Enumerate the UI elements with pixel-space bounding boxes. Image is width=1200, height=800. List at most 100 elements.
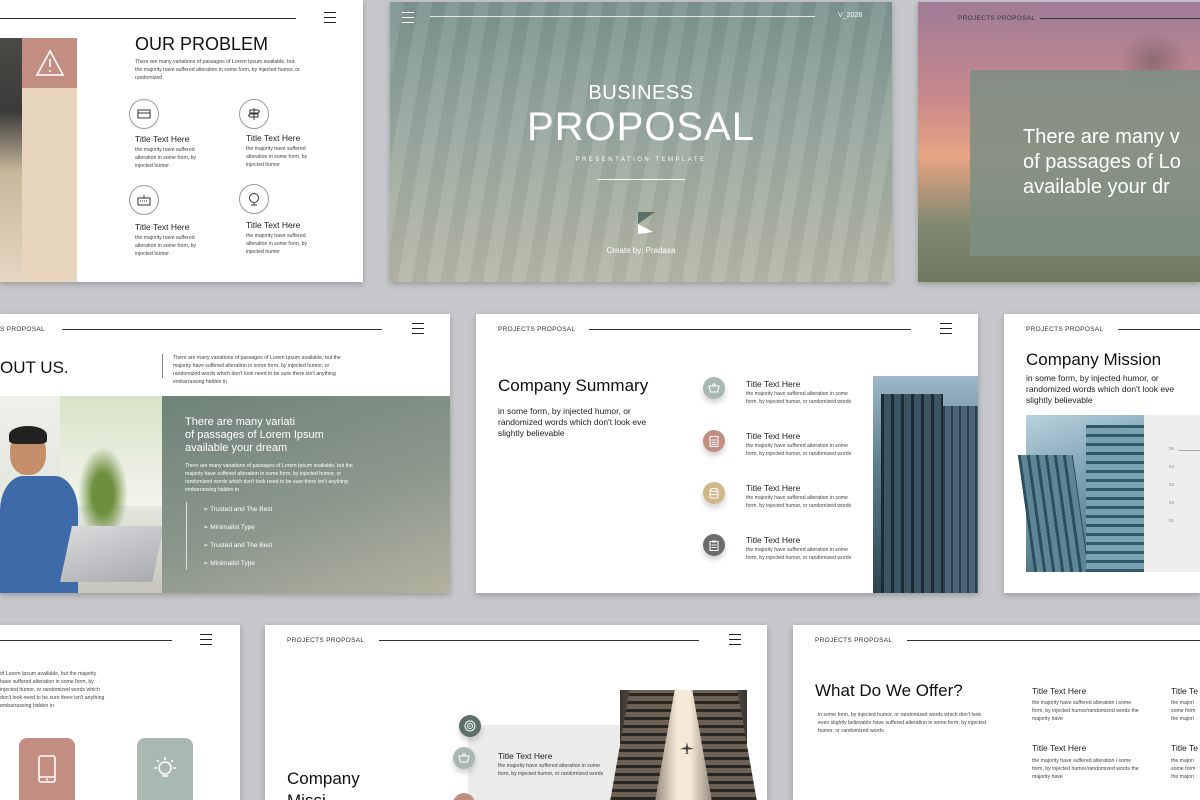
header-line [1118, 329, 1200, 330]
mission-num-3: 03 [1169, 482, 1175, 487]
mission-side-panel [1144, 415, 1200, 572]
summary-dot-2 [703, 430, 725, 452]
lightbulb-icon [154, 757, 176, 777]
icons-description: of Lorem Ipsum available, but the majori… [0, 671, 105, 709]
slide-company-mission-2[interactable]: PROJECTS PROPOSAL Company Missi Title Te… [265, 625, 767, 800]
menu-icon[interactable] [324, 12, 336, 23]
calculator-icon [709, 435, 719, 447]
subtitle: PRESENTATION TEMPLATE [575, 157, 707, 163]
bullet-1: ➢ Trusted and The Best [203, 506, 273, 513]
mission-description: in some form, by injected humor, or rand… [1026, 373, 1175, 405]
logo-icon [638, 212, 655, 234]
quote-line-2: of passages of Lorem Ipsum [185, 429, 324, 441]
tag-label: PROJECTS PROPOSAL [958, 15, 1036, 22]
problem-title-1: Title Text Here [135, 134, 190, 144]
menu-icon[interactable] [729, 634, 741, 645]
page-title: What Do We Offer? [815, 681, 963, 700]
building-left [610, 690, 675, 800]
summary-text-3: the majority have suffered alteration in… [746, 495, 852, 509]
slide-what-we-offer[interactable]: PROJECTS PROPOSAL What Do We Offer? in s… [793, 625, 1200, 800]
bullet-2: ➢ Minimalist Type [203, 524, 255, 531]
tower-side [943, 406, 978, 593]
quote-line-2: of passages of Lo [1023, 151, 1181, 173]
mission-num-1: 05 [1169, 446, 1175, 451]
basket-icon [708, 383, 720, 393]
slide-quote[interactable]: PROJECTS PROPOSAL There are many v of pa… [918, 2, 1200, 282]
offer-title-4: Title Te [1171, 743, 1198, 753]
summary-title-4: Title Text Here [746, 535, 801, 545]
tower-b [1086, 425, 1144, 572]
menu-icon[interactable] [200, 634, 212, 645]
problem-description: There are many variations of passages of… [135, 59, 300, 81]
page-title: OUT US. [0, 358, 69, 377]
problem-text-3: the majority have suffered alteration in… [135, 235, 197, 257]
slide-our-problem[interactable]: OUR PROBLEM There are many variations of… [0, 0, 363, 282]
building-right [692, 690, 757, 800]
keyboard-icon [137, 195, 151, 206]
bullet-4: ➢ Minimalist Type [203, 560, 255, 567]
slide-icons[interactable]: of Lorem Ipsum available, but the majori… [0, 625, 240, 800]
offer-title-1: Title Text Here [1032, 686, 1087, 696]
summary-title-2: Title Text Here [746, 431, 801, 441]
problem-icon-4 [239, 184, 269, 214]
problem-title-2: Title Text Here [246, 133, 301, 143]
problem-text-4: the majority have suffered alteration in… [246, 233, 308, 255]
offer-title-2: Title Te [1171, 686, 1198, 696]
summary-title-1: Title Text Here [746, 379, 801, 389]
bullet-divider [186, 502, 187, 570]
tower-a [1017, 455, 1090, 572]
menu-icon[interactable] [412, 323, 424, 334]
summary-text-4: the majority have suffered alteration in… [746, 547, 852, 561]
tag-label: PROJECTS PROPOSAL [287, 637, 365, 644]
quote-line-3: available your dream [185, 442, 288, 454]
tower [881, 394, 943, 593]
database-icon [709, 487, 719, 499]
credit: Create by: Pradaxa [606, 246, 676, 255]
mission-photo [1017, 415, 1144, 572]
mission-num-2: 04 [1169, 464, 1175, 469]
person-photo [0, 396, 164, 593]
title-line-2: PROPOSAL [526, 105, 756, 149]
laptop [60, 526, 164, 582]
airplane-icon [680, 742, 694, 754]
offer-text-1: the majority have suffered alteration i … [1032, 700, 1139, 722]
target-icon [464, 720, 476, 732]
item-title: Title Text Here [498, 751, 553, 761]
problem-title-3: Title Text Here [135, 222, 190, 232]
header-line [379, 640, 699, 641]
menu-icon[interactable] [940, 323, 952, 334]
header-line [0, 640, 172, 641]
item-text: the majority have suffered alteration in… [498, 763, 604, 777]
slide-business-proposal[interactable]: V_2028 BUSINESS PROPOSAL PRESENTATION TE… [390, 2, 892, 282]
person-hair [9, 426, 47, 444]
summary-text-2: the majority have suffered alteration in… [746, 443, 852, 457]
warning-box [22, 38, 77, 88]
clipboard-icon [709, 540, 719, 551]
header-line [907, 640, 1200, 641]
about-description: There are many variations of passages of… [173, 355, 341, 385]
summary-dot-4 [703, 534, 725, 556]
page-title: Company Summary [498, 376, 649, 395]
summary-text-1: the majority have suffered alteration in… [746, 391, 852, 405]
slide-photo [0, 38, 22, 282]
about-paragraph: There are many variations of passages of… [185, 463, 353, 493]
title-divider [162, 354, 163, 378]
tag-label: PROJECTS PROPOSAL [815, 637, 893, 644]
slide-company-mission[interactable]: PROJECTS PROPOSAL Company Mission in som… [1004, 314, 1200, 593]
menu-icon[interactable] [402, 12, 414, 23]
summary-description: in some form, by injected humor, or rand… [498, 406, 647, 438]
target-dot [459, 715, 481, 737]
quote-line-1: There are many variati [185, 416, 296, 428]
page-title: OUR PROBLEM [135, 34, 269, 54]
tag-label: PROJECTS PROPOSAL [498, 326, 576, 333]
offer-title-3: Title Text Here [1032, 743, 1087, 753]
basket-dot [453, 747, 475, 769]
offer-text-2: the majori some form the majori [1171, 700, 1196, 722]
mission-num-5: 01 [1169, 518, 1175, 523]
offer-text-4: the majori some form the majori [1171, 758, 1196, 780]
slide-company-summary[interactable]: PROJECTS PROPOSAL Company Summary in som… [476, 314, 978, 593]
slide-about-us[interactable]: S PROPOSAL OUT US. There are many variat… [0, 314, 450, 593]
quote-line-3: available your dr [1023, 176, 1170, 198]
building-photo [873, 376, 978, 593]
summary-dot-3 [703, 482, 725, 504]
